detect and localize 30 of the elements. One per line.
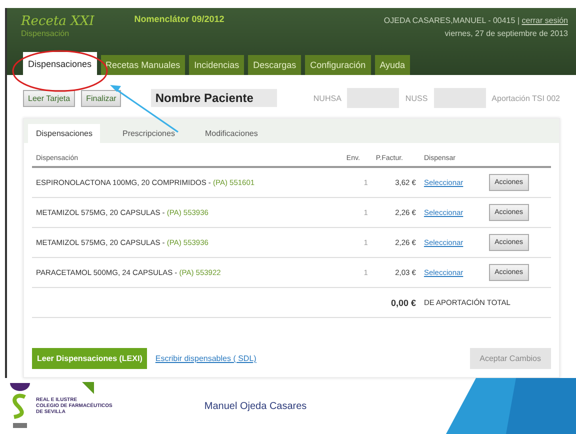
corner-mark-icon (82, 382, 94, 394)
section-tab[interactable]: Prescripciones (114, 124, 183, 143)
nav-tab[interactable]: Descargas (248, 55, 302, 75)
finish-button[interactable]: Finalizar (81, 90, 122, 106)
nuss-field[interactable] (434, 88, 486, 108)
separator: | (517, 16, 520, 25)
app-subtitle: Dispensación (21, 29, 70, 38)
patient-name: Nombre Paciente (151, 89, 278, 107)
section-tab[interactable]: Dispensaciones (28, 124, 100, 143)
read-dispensations-button[interactable]: Leer Dispensaciones (LEXI) (32, 348, 148, 369)
nuss-label: NUSS (405, 94, 428, 102)
contribution-label: Aportación TSI 002 (492, 94, 560, 102)
total-amount: 0,00 € (390, 298, 416, 308)
nav-tab[interactable]: Dispensaciones (23, 52, 97, 75)
nav-tab[interactable]: Incidencias (189, 55, 244, 75)
write-dispensables-link[interactable]: Escribir dispensables ( SDL) (155, 354, 256, 363)
author-name: Manuel Ojeda Casares (204, 400, 307, 412)
nav-tab[interactable]: Recetas Manuales (100, 55, 186, 75)
app-logo: Receta XXI (21, 14, 94, 29)
section-tab[interactable]: Modificaciones (196, 124, 266, 143)
user-name: OJEDA CASARES,MANUEL - 00415 (384, 16, 516, 25)
nav-tab[interactable]: Configuración (305, 55, 371, 75)
nav-tab[interactable]: Ayuda (374, 55, 410, 75)
college-logo-icon (10, 383, 30, 429)
nuhsa-label: NUHSA (313, 94, 342, 102)
nuhsa-field[interactable] (347, 88, 400, 108)
logout-link[interactable]: cerrar sesión (522, 16, 568, 25)
date-label: viernes, 27 de septiembre de 2013 (444, 29, 568, 38)
nomenclator-label: Nomenclátor 09/2012 (134, 14, 224, 24)
read-card-button[interactable]: Leer Tarjeta (23, 90, 76, 106)
